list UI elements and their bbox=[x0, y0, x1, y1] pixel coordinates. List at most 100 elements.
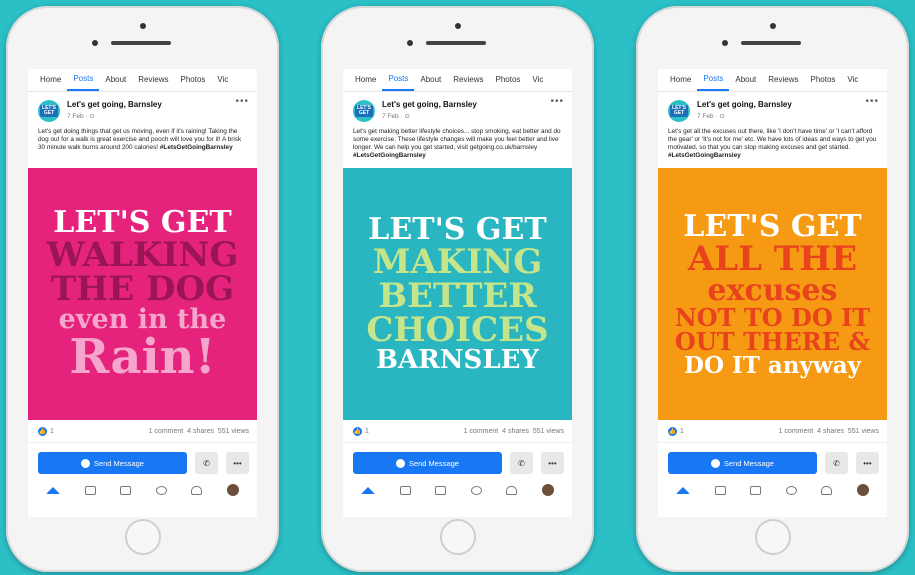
send-message-button[interactable]: Send Message bbox=[668, 452, 817, 474]
call-button[interactable]: ✆ bbox=[194, 452, 218, 474]
page-name[interactable]: Let's get going, Barnsley bbox=[67, 100, 162, 109]
more-options-icon[interactable]: ••• bbox=[235, 96, 249, 107]
tab-posts[interactable]: Posts bbox=[67, 69, 100, 91]
messenger-icon bbox=[710, 458, 720, 468]
comment-count[interactable]: 1 comment bbox=[464, 428, 499, 435]
marketplace-nav-icon[interactable] bbox=[120, 485, 132, 495]
poster-line: Rain! bbox=[69, 328, 216, 385]
messenger-icon bbox=[80, 458, 90, 468]
tab-about[interactable]: About bbox=[414, 69, 447, 91]
messenger-icon bbox=[395, 458, 405, 468]
tab-videos[interactable]: Vic bbox=[211, 69, 234, 91]
post-date[interactable]: 7 Feb · ⊙ bbox=[697, 112, 792, 120]
profile-nav-icon[interactable] bbox=[226, 484, 239, 496]
post-image[interactable]: LET'S GET ALL THE excuses NOT TO DO IT OUT T… bbox=[658, 168, 887, 420]
bottom-navigation bbox=[658, 480, 887, 500]
like-count[interactable]: 1 bbox=[365, 428, 369, 435]
video-nav-icon[interactable] bbox=[84, 485, 96, 495]
comment-count[interactable]: 1 comment bbox=[779, 428, 814, 435]
more-icon: ••• bbox=[548, 458, 557, 468]
hashtag-link[interactable]: #LetsGetGoingBarnsley bbox=[353, 152, 426, 159]
call-button[interactable]: ✆ bbox=[509, 452, 533, 474]
tab-posts[interactable]: Posts bbox=[382, 69, 415, 91]
more-actions-button[interactable]: ••• bbox=[855, 452, 879, 474]
page-tabs: Home Posts About Reviews Photos Vic bbox=[658, 69, 887, 92]
profile-nav-icon[interactable] bbox=[856, 484, 869, 496]
tab-home[interactable]: Home bbox=[349, 69, 382, 91]
hashtag-link[interactable]: #LetsGetGoingBarnsley bbox=[668, 152, 741, 159]
comment-count[interactable]: 1 comment bbox=[149, 428, 184, 435]
tab-reviews[interactable]: Reviews bbox=[132, 69, 174, 91]
more-actions-button[interactable]: ••• bbox=[540, 452, 564, 474]
share-count[interactable]: 4 shares bbox=[187, 428, 214, 435]
bottom-navigation bbox=[28, 480, 257, 500]
poster-line: DO IT anyway bbox=[684, 351, 861, 379]
poster-line: LET'S GET bbox=[53, 204, 232, 240]
post-date[interactable]: 7 Feb · ⊙ bbox=[382, 112, 477, 120]
send-message-button[interactable]: Send Message bbox=[38, 452, 187, 474]
sensor-dot bbox=[454, 23, 461, 29]
profile-nav-icon[interactable] bbox=[541, 484, 554, 496]
bottom-navigation bbox=[343, 480, 572, 500]
home-nav-icon[interactable] bbox=[46, 486, 61, 494]
hashtag-link[interactable]: #LetsGetGoingBarnsley bbox=[160, 144, 233, 151]
home-button[interactable] bbox=[439, 519, 476, 555]
more-actions-button[interactable]: ••• bbox=[225, 452, 249, 474]
page-name[interactable]: Let's get going, Barnsley bbox=[382, 100, 477, 109]
tab-home[interactable]: Home bbox=[34, 69, 67, 91]
earpiece-speaker bbox=[426, 41, 486, 45]
tab-videos[interactable]: Vic bbox=[841, 69, 864, 91]
page-avatar[interactable]: LET'S GET bbox=[668, 100, 690, 122]
video-nav-icon[interactable] bbox=[714, 485, 726, 495]
share-count[interactable]: 4 shares bbox=[502, 428, 529, 435]
post-caption: Let's get all the excuses out there, lik… bbox=[658, 124, 887, 168]
home-nav-icon[interactable] bbox=[676, 486, 691, 494]
page-avatar[interactable]: LET'S GET bbox=[38, 100, 60, 122]
action-row: Send Message ✆ ••• bbox=[343, 443, 572, 474]
notifications-nav-icon[interactable] bbox=[506, 485, 518, 495]
groups-nav-icon[interactable] bbox=[470, 485, 482, 495]
marketplace-nav-icon[interactable] bbox=[435, 485, 447, 495]
groups-nav-icon[interactable] bbox=[785, 485, 797, 495]
tab-posts[interactable]: Posts bbox=[697, 69, 730, 91]
share-count[interactable]: 4 shares bbox=[817, 428, 844, 435]
post-stats: 👍 1 1 comment 4 shares 551 views bbox=[343, 420, 572, 443]
phone-mockup-1: Home Posts About Reviews Photos Vic LET'… bbox=[6, 6, 279, 572]
tab-reviews[interactable]: Reviews bbox=[762, 69, 804, 91]
send-message-button[interactable]: Send Message bbox=[353, 452, 502, 474]
marketplace-nav-icon[interactable] bbox=[750, 485, 762, 495]
tab-about[interactable]: About bbox=[99, 69, 132, 91]
view-count: 551 views bbox=[532, 427, 564, 435]
call-button[interactable]: ✆ bbox=[824, 452, 848, 474]
like-count[interactable]: 1 bbox=[50, 428, 54, 435]
poster-line: excuses bbox=[707, 272, 838, 308]
sensor-dot bbox=[769, 23, 776, 29]
notifications-nav-icon[interactable] bbox=[821, 485, 833, 495]
post-date[interactable]: 7 Feb · ⊙ bbox=[67, 112, 162, 120]
post-image[interactable]: LET'S GET MAKING BETTER CHOICES BARNSLEY bbox=[343, 168, 572, 420]
home-nav-icon[interactable] bbox=[361, 486, 376, 494]
post-image[interactable]: LET'S GET WALKING THE DOG even in the Rain! bbox=[28, 168, 257, 420]
like-count[interactable]: 1 bbox=[680, 428, 684, 435]
tab-about[interactable]: About bbox=[729, 69, 762, 91]
page-avatar[interactable]: LET'S GET bbox=[353, 100, 375, 122]
tab-home[interactable]: Home bbox=[664, 69, 697, 91]
more-options-icon[interactable]: ••• bbox=[550, 96, 564, 107]
post-header: LET'S GET Let's get going, Barnsley 7 Feb… bbox=[343, 92, 572, 124]
groups-nav-icon[interactable] bbox=[155, 485, 167, 495]
tab-photos[interactable]: Photos bbox=[175, 69, 212, 91]
tab-photos[interactable]: Photos bbox=[490, 69, 527, 91]
video-nav-icon[interactable] bbox=[399, 485, 411, 495]
home-button[interactable] bbox=[754, 519, 791, 555]
tab-reviews[interactable]: Reviews bbox=[447, 69, 489, 91]
like-reaction-icon[interactable]: 👍 bbox=[353, 426, 362, 436]
home-button[interactable] bbox=[124, 519, 161, 555]
notifications-nav-icon[interactable] bbox=[191, 485, 203, 495]
phone-icon: ✆ bbox=[833, 458, 840, 468]
like-reaction-icon[interactable]: 👍 bbox=[38, 426, 47, 436]
tab-videos[interactable]: Vic bbox=[526, 69, 549, 91]
tab-photos[interactable]: Photos bbox=[805, 69, 842, 91]
page-name[interactable]: Let's get going, Barnsley bbox=[697, 100, 792, 109]
like-reaction-icon[interactable]: 👍 bbox=[668, 426, 677, 436]
more-options-icon[interactable]: ••• bbox=[865, 96, 879, 107]
